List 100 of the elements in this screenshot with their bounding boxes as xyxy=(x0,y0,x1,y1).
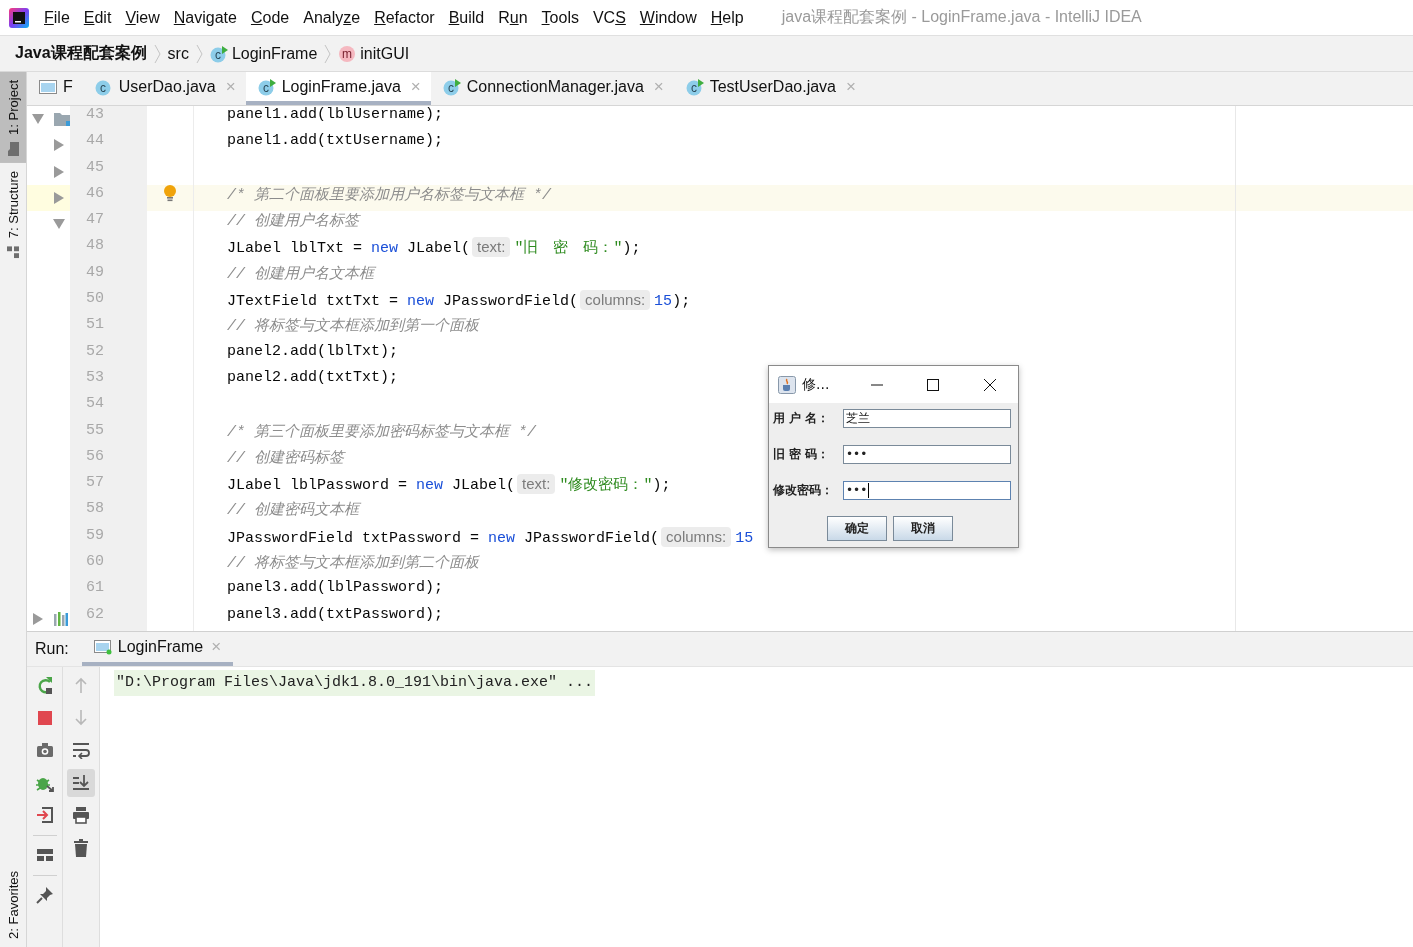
code-text: "旧 密 码：" xyxy=(514,240,623,258)
code-line: panel1.add(txtUsername); xyxy=(227,132,444,150)
parameter-hint: columns: xyxy=(661,526,732,547)
code-text: new xyxy=(416,477,444,495)
menu-item[interactable]: View xyxy=(118,8,167,27)
breadcrumb-item[interactable]: m initGUI xyxy=(338,44,410,63)
input-field[interactable]: 芝兰 xyxy=(843,409,1011,428)
input-field[interactable]: ••• xyxy=(843,445,1011,464)
code-line: panel2.add(txtTxt); xyxy=(227,368,399,386)
line-number: 53 xyxy=(70,368,147,396)
parameter-hint: columns: xyxy=(580,290,651,311)
code-comment: // 将标签与文本框添加到第一个面板 xyxy=(227,318,479,336)
dialog-button[interactable]: 确定 xyxy=(826,516,887,541)
code-comment: /* 第三个面板里要添加密码标签与文本框 */ xyxy=(227,423,536,441)
stop-icon[interactable] xyxy=(35,708,54,727)
printer-icon[interactable] xyxy=(72,806,90,824)
line-number: 54 xyxy=(70,395,147,422)
input-field[interactable]: ••• xyxy=(843,481,1011,500)
line-number: 62 xyxy=(70,605,147,631)
line-number: 57 xyxy=(70,474,147,501)
menu-item[interactable]: Run xyxy=(491,8,535,27)
editor-tab[interactable]: c LoginFrame.java × xyxy=(245,72,431,105)
code-text: JTextField txtTxt = xyxy=(227,293,400,311)
field-label: 旧 密 码： xyxy=(773,446,831,463)
code-text: ); xyxy=(672,293,691,311)
tool-window-tab[interactable]: 2: Favorites xyxy=(0,863,26,947)
line-number: 49 xyxy=(70,263,147,291)
pin-icon[interactable] xyxy=(35,886,54,904)
menu-item[interactable]: Edit xyxy=(76,8,119,27)
app-logo-icon xyxy=(9,7,29,28)
layout-icon[interactable] xyxy=(35,846,54,864)
folder-icon xyxy=(7,141,19,156)
run-tab[interactable]: LoginFrame × xyxy=(81,632,234,666)
code-comment: // 创建用户名文本框 xyxy=(227,265,374,283)
code-text: "修改密码：" xyxy=(559,477,653,495)
menu-item[interactable]: Navigate xyxy=(166,8,244,27)
code-text: JLabel( xyxy=(406,240,471,258)
window-icon xyxy=(39,78,57,95)
dialog-title: 修... xyxy=(802,375,831,394)
line-number: 45 xyxy=(70,158,147,185)
code-comment: // 创建密码标签 xyxy=(227,449,344,467)
window-icon xyxy=(93,639,112,655)
editor-tab[interactable]: c ConnectionManager.java × xyxy=(430,72,674,105)
scroll-to-end-icon[interactable] xyxy=(72,773,90,792)
breadcrumb-item[interactable]: src xyxy=(167,44,189,63)
tool-window-tab[interactable]: 7: Structure xyxy=(0,162,26,267)
code-line: panel2.add(lblTxt); xyxy=(227,342,399,360)
editor-tab[interactable]: F xyxy=(27,72,83,105)
maximize-icon[interactable] xyxy=(927,378,940,391)
menu-item[interactable]: Tools xyxy=(534,8,586,27)
code-text: JLabel lblPassword = xyxy=(227,477,409,495)
code-comment: // 创建密码文本框 xyxy=(227,502,359,520)
code-text: new xyxy=(407,293,435,311)
code-text: new xyxy=(371,240,399,258)
line-number: 46 xyxy=(70,184,147,212)
menu-item[interactable]: Window xyxy=(632,8,704,27)
editor-tab[interactable]: c TestUserDao.java × xyxy=(673,72,866,105)
camera-icon[interactable] xyxy=(35,741,54,759)
code-line: panel3.add(txtPassword); xyxy=(227,605,444,623)
line-number: 48 xyxy=(70,237,147,264)
code-comment: // 创建用户名标签 xyxy=(227,213,359,231)
structure-icon xyxy=(7,246,19,259)
line-number: 51 xyxy=(70,316,147,343)
line-number: 52 xyxy=(70,342,147,369)
menu-item[interactable]: Help xyxy=(703,8,751,27)
menu-item[interactable]: Build xyxy=(441,8,492,27)
code-line: panel3.add(lblPassword); xyxy=(227,579,444,597)
window-title: java课程配套案例 - LoginFrame.java - IntelliJ IDEA xyxy=(781,7,1142,27)
code-text: ); xyxy=(622,240,641,258)
class-icon: c xyxy=(685,77,704,96)
code-text: JLabel lblTxt = xyxy=(227,240,364,258)
method-icon: m xyxy=(338,44,357,63)
line-number: 47 xyxy=(70,211,147,238)
code-text: ); xyxy=(652,477,671,495)
panel-label: Run: xyxy=(34,640,70,658)
breadcrumb-item[interactable]: Java课程配套案例 xyxy=(15,43,147,64)
code-text: JPasswordField txtPassword = xyxy=(227,529,481,547)
editor-tab[interactable]: c UserDao.java × xyxy=(82,72,246,105)
chevron-icon xyxy=(195,43,203,64)
code-text: JPasswordField( xyxy=(442,293,579,311)
menu-item[interactable]: VCS xyxy=(585,8,633,27)
line-number: 43 xyxy=(70,106,147,133)
soft-wrap-icon[interactable] xyxy=(72,741,90,759)
menu-item[interactable]: Code xyxy=(243,8,297,27)
exit-icon[interactable] xyxy=(35,806,54,824)
line-number: 50 xyxy=(70,290,147,317)
code-text: new xyxy=(488,529,516,547)
trash-icon[interactable] xyxy=(72,838,90,857)
line-number: 60 xyxy=(70,553,147,580)
menu-item[interactable]: File xyxy=(37,8,77,27)
breadcrumb-item[interactable]: c LoginFrame xyxy=(209,44,318,63)
menu-item[interactable]: Refactor xyxy=(367,8,442,27)
library-icon xyxy=(54,611,68,626)
line-number: 44 xyxy=(70,132,147,159)
dialog-button[interactable]: 取消 xyxy=(892,516,953,541)
tool-window-tab[interactable]: 1: Project xyxy=(0,72,26,163)
menu-item[interactable]: Analyze xyxy=(296,8,368,27)
java-cup-icon xyxy=(778,375,796,394)
close-icon[interactable] xyxy=(983,378,996,391)
code-comment: /* 第二个面板里要添加用户名标签与文本框 */ xyxy=(227,186,551,204)
